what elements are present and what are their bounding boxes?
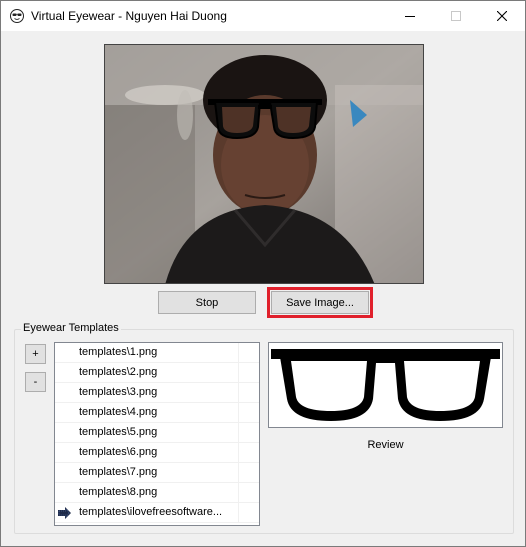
camera-preview <box>104 44 424 284</box>
stop-button[interactable]: Stop <box>158 291 256 314</box>
column-separator <box>238 343 239 363</box>
list-item-label: templates\8.png <box>79 486 158 498</box>
list-item[interactable]: templates\6.png <box>55 443 259 463</box>
window-title: Virtual Eyewear - Nguyen Hai Duong <box>31 9 227 23</box>
group-label: Eyewear Templates <box>21 322 121 334</box>
highlight-box <box>267 287 373 318</box>
review-label: Review <box>367 439 404 451</box>
list-item[interactable]: templates\7.png <box>55 463 259 483</box>
column-separator <box>238 363 239 383</box>
sunglasses-face-icon <box>10 9 24 23</box>
row-pointer-arrow-icon <box>55 503 75 523</box>
review-preview <box>268 342 503 428</box>
remove-template-button[interactable]: - <box>25 372 46 392</box>
column-separator <box>238 463 239 483</box>
list-item[interactable]: templates\4.png <box>55 403 259 423</box>
column-separator <box>238 503 239 523</box>
list-item[interactable]: templates\5.png <box>55 423 259 443</box>
list-item[interactable]: templates\1.png <box>55 343 259 363</box>
list-item[interactable]: templates\2.png <box>55 363 259 383</box>
column-separator <box>238 383 239 403</box>
list-item-label: templates\3.png <box>79 386 158 398</box>
close-button[interactable] <box>479 1 525 31</box>
maximize-icon <box>451 11 461 21</box>
column-separator <box>238 423 239 443</box>
list-item-label: templates\1.png <box>79 346 158 358</box>
maximize-button[interactable] <box>433 1 479 31</box>
glasses-preview-image <box>271 349 500 421</box>
app-window: Virtual Eyewear - Nguyen Hai Duong Stop … <box>0 0 526 547</box>
list-item-label: templates\5.png <box>79 426 158 438</box>
list-item-label: templates\6.png <box>79 446 158 458</box>
minimize-icon <box>405 16 415 17</box>
list-item-label: templates\2.png <box>79 366 158 378</box>
template-list[interactable]: templates\1.png templates\2.png template… <box>54 342 260 526</box>
list-item-label: templates\ilovefreesoftware... <box>79 506 223 518</box>
list-item[interactable]: templates\8.png <box>55 483 259 503</box>
list-item-label: templates\4.png <box>79 406 158 418</box>
minimize-button[interactable] <box>387 1 433 31</box>
list-item-selected[interactable]: templates\ilovefreesoftware... <box>55 503 259 523</box>
list-item-label: templates\7.png <box>79 466 158 478</box>
list-item[interactable]: templates\3.png <box>55 383 259 403</box>
title-bar[interactable]: Virtual Eyewear - Nguyen Hai Duong <box>1 1 525 31</box>
add-template-button[interactable]: + <box>25 344 46 364</box>
column-separator <box>238 443 239 463</box>
column-separator <box>238 403 239 423</box>
column-separator <box>238 483 239 503</box>
close-icon <box>497 11 507 21</box>
